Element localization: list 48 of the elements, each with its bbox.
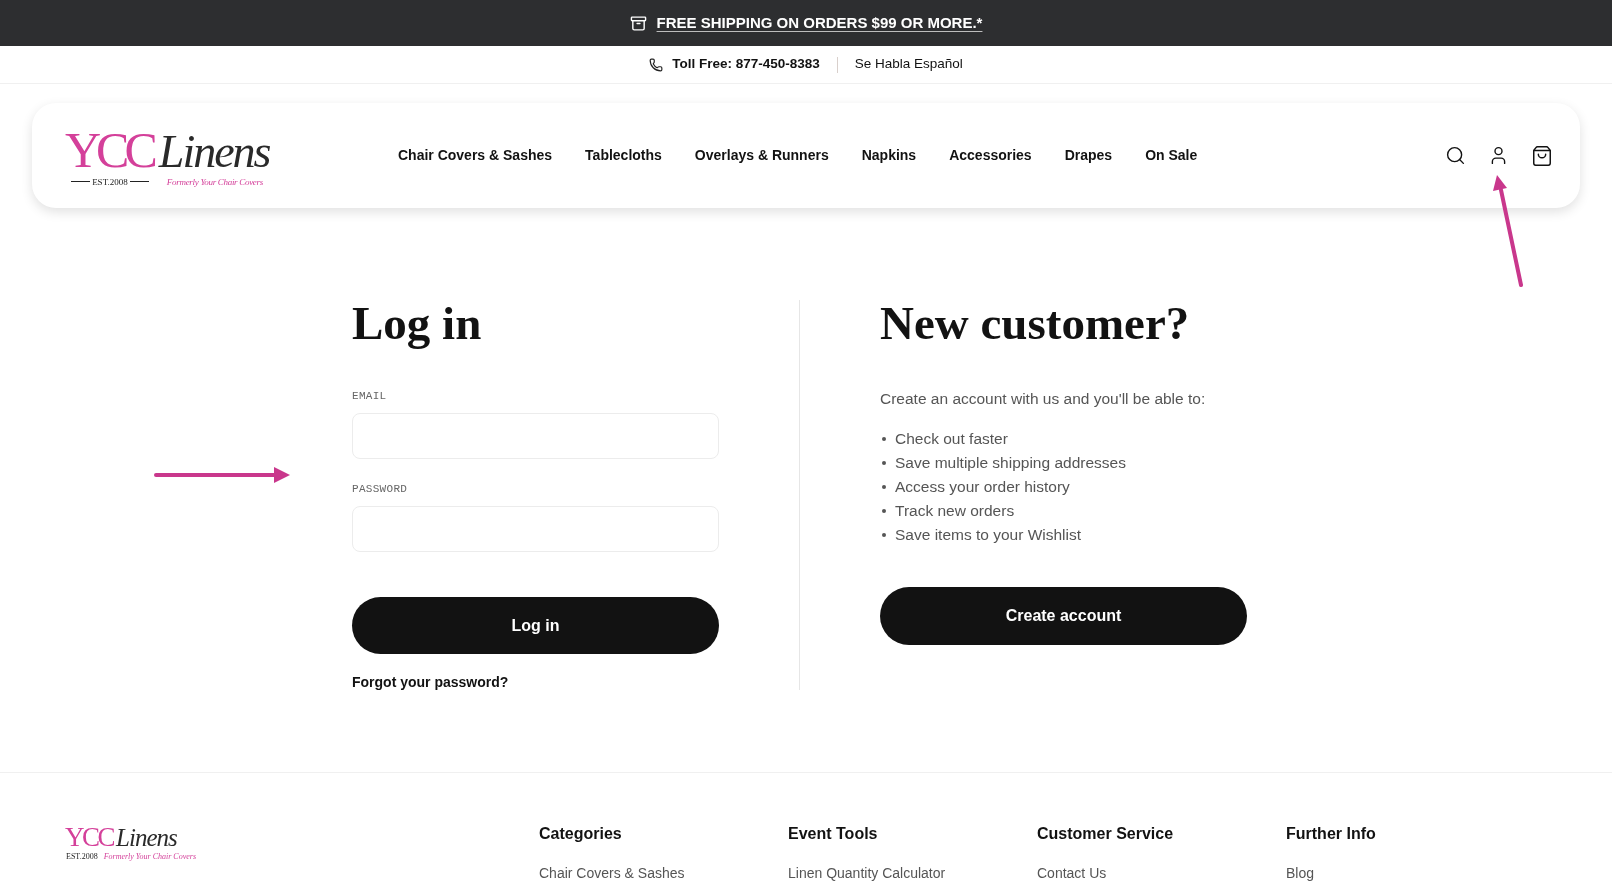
benefit-text: Save items to your Wishlist: [895, 525, 1082, 545]
intro-text: Create an account with us and you'll be able to:: [880, 389, 1206, 409]
login-title: Log in: [352, 300, 482, 347]
search-icon[interactable]: [1445, 145, 1466, 166]
free-shipping-link[interactable]: FREE SHIPPING ON ORDERS $99 OR MORE.*: [656, 11, 983, 35]
footer-link[interactable]: Chair Covers & Sashes: [539, 865, 685, 881]
nav-link[interactable]: Tablecloths: [585, 145, 662, 166]
forgot-password-link[interactable]: Forgot your password?: [352, 674, 509, 690]
logo-year-text: EST.2008: [65, 852, 99, 861]
footer-heading: Further Info: [1286, 824, 1376, 844]
logo-tagline: Formerly Your Chair Covers: [166, 176, 263, 187]
bullet-icon: [882, 533, 886, 537]
language-note: Se Habla Español: [854, 55, 963, 74]
bullet-icon: [882, 485, 886, 489]
nav-link[interactable]: Overlays & Runners: [694, 145, 829, 166]
benefit-text: Track new orders: [895, 501, 1015, 521]
nav-link[interactable]: Chair Covers & Sashes: [398, 145, 553, 166]
footer-heading: Event Tools: [788, 824, 878, 844]
bullet-icon: [882, 509, 886, 513]
shopping-bag-icon[interactable]: [1531, 144, 1553, 167]
bullet-icon: [882, 437, 886, 441]
phone-number-text: Toll Free: 877-450-8383: [672, 55, 820, 74]
benefit-text: Save multiple shipping addresses: [895, 453, 1126, 473]
field-label: EMAIL: [352, 390, 387, 402]
login-button[interactable]: Log in: [352, 597, 719, 654]
footer-link[interactable]: Blog: [1286, 865, 1315, 881]
logo-year-text: EST.2008: [91, 176, 129, 187]
new-customer-title: New customer?: [880, 300, 1190, 347]
logo-script-text: Linens: [116, 825, 177, 850]
logo-tagline: Formerly Your Chair Covers: [103, 852, 197, 861]
benefit-text: Access your order history: [895, 477, 1070, 497]
footer-link[interactable]: Contact Us: [1037, 865, 1107, 881]
bullet-icon: [882, 461, 886, 465]
logo-script-text: Linens: [158, 128, 270, 175]
nav-link[interactable]: Accessories: [949, 145, 1032, 166]
create-account-button[interactable]: Create account: [880, 587, 1247, 645]
phone-icon: [649, 57, 664, 72]
benefit-text: Check out faster: [895, 429, 1008, 449]
footer-heading: Categories: [539, 824, 622, 844]
footer-heading: Customer Service: [1037, 824, 1174, 844]
logo-brand-text: YCC: [65, 824, 114, 851]
archive-box-icon: [629, 14, 647, 32]
nav-link[interactable]: On Sale: [1145, 145, 1198, 166]
nav-link[interactable]: Napkins: [861, 145, 917, 166]
footer-link[interactable]: Linen Quantity Calculator: [788, 865, 946, 881]
nav-link[interactable]: Drapes: [1064, 145, 1113, 166]
logo-brand-text: YCC: [65, 124, 153, 175]
field-label: PASSWORD: [352, 483, 408, 495]
